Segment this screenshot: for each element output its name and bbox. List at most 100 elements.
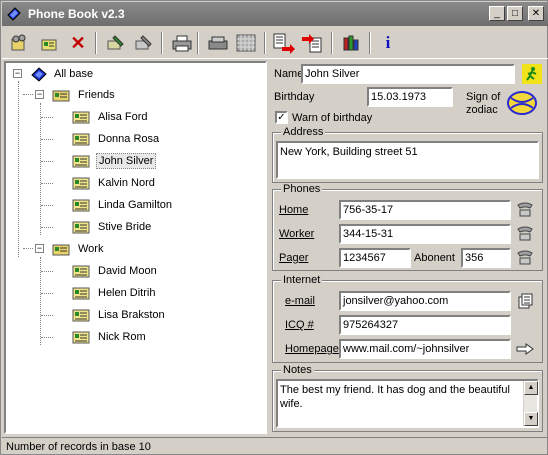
tree-group-work[interactable]: Work bbox=[52, 240, 105, 258]
dial-pager-icon[interactable] bbox=[515, 248, 535, 268]
scroll-down-button[interactable]: ▼ bbox=[524, 412, 538, 426]
group-icon bbox=[52, 90, 70, 102]
tree-root[interactable]: All base bbox=[30, 65, 95, 83]
tree-line bbox=[23, 248, 33, 249]
add-group-icon[interactable] bbox=[8, 31, 32, 55]
tree-contact-item[interactable]: Nick Rom bbox=[72, 328, 148, 346]
notes-scrollbar[interactable]: ▲ ▼ bbox=[523, 381, 538, 426]
print-icon[interactable] bbox=[170, 31, 194, 55]
tree-contact-item[interactable]: Lisa Brakston bbox=[72, 306, 167, 324]
tree-line bbox=[41, 271, 53, 272]
maximize-button[interactable]: □ bbox=[507, 6, 523, 21]
homepage-input[interactable]: www.mail.com/~johnsilver bbox=[339, 339, 511, 359]
contact-card-icon bbox=[72, 111, 90, 124]
group-label: Friends bbox=[78, 89, 115, 101]
group-label: Work bbox=[78, 243, 104, 255]
tree-line bbox=[41, 117, 53, 118]
dial-worker-icon[interactable] bbox=[515, 224, 535, 244]
contact-name: Linda Gamilton bbox=[98, 199, 172, 211]
worker-phone-input[interactable]: 344-15-31 bbox=[339, 224, 511, 244]
export-icon[interactable] bbox=[272, 31, 296, 55]
runner-icon[interactable] bbox=[522, 64, 542, 84]
toolbar-separator bbox=[369, 32, 371, 54]
notes-input[interactable]: The best my friend. It has dog and the b… bbox=[276, 379, 539, 428]
details-panel: Name John Silver Birthday 15.03.1973 Sig… bbox=[270, 61, 547, 434]
contact-name: John Silver bbox=[96, 153, 157, 169]
home-label: Home bbox=[279, 204, 309, 216]
tree-contact-item[interactable]: Alisa Ford bbox=[72, 108, 150, 126]
tree-contact-item[interactable]: Linda Gamilton bbox=[72, 196, 174, 214]
friends-expander[interactable]: − bbox=[35, 90, 44, 99]
name-input[interactable]: John Silver bbox=[301, 64, 515, 84]
open-homepage-icon[interactable] bbox=[515, 339, 535, 359]
print-preview-icon[interactable] bbox=[206, 31, 230, 55]
tree-contact-item[interactable]: Donna Rosa bbox=[72, 130, 161, 148]
status-bar: Number of records in base 10 bbox=[2, 437, 548, 455]
status-text: Number of records in base 10 bbox=[6, 441, 151, 453]
send-email-icon[interactable] bbox=[515, 291, 535, 311]
minimize-button[interactable]: _ bbox=[489, 6, 505, 21]
icq-input[interactable]: 975264327 bbox=[339, 315, 511, 335]
tree-group-friends[interactable]: Friends bbox=[52, 86, 117, 104]
zodiac-label-line1: Sign of bbox=[466, 91, 501, 103]
home-phone-input[interactable]: 756-35-17 bbox=[339, 200, 511, 220]
email-input[interactable]: jonsilver@yahoo.com bbox=[339, 291, 511, 311]
edit-record-icon[interactable] bbox=[132, 31, 156, 55]
contacts-tree[interactable]: − All base − Friends Alisa Ford Donna Ros… bbox=[4, 61, 267, 434]
tree-line bbox=[40, 103, 41, 235]
tree-contact-item[interactable]: Kalvin Nord bbox=[72, 174, 157, 192]
close-button[interactable]: ✕ bbox=[528, 6, 544, 21]
delete-icon[interactable]: ✕ bbox=[66, 31, 90, 55]
add-record-icon[interactable] bbox=[38, 31, 62, 55]
address-group: Address New York, Building street 51 bbox=[272, 126, 543, 183]
tree-line bbox=[41, 227, 53, 228]
notes-group: Notes The best my friend. It has dog and… bbox=[272, 364, 543, 432]
tree-contact-item[interactable]: Helen Ditrih bbox=[72, 284, 157, 302]
zodiac-label-line2: zodiac bbox=[466, 104, 498, 116]
tree-contact-item[interactable]: John Silver bbox=[72, 152, 157, 170]
settings-icon[interactable] bbox=[339, 31, 363, 55]
tree-root-label: All base bbox=[54, 68, 94, 80]
notes-text: The best my friend. It has dog and the b… bbox=[280, 384, 510, 410]
scroll-up-button[interactable]: ▲ bbox=[524, 381, 538, 395]
tree-line bbox=[41, 183, 53, 184]
dial-home-icon[interactable] bbox=[515, 200, 535, 220]
grid-icon[interactable] bbox=[234, 31, 258, 55]
tree-contact-item[interactable]: David Moon bbox=[72, 262, 159, 280]
tree-line bbox=[18, 81, 19, 257]
root-expander[interactable]: − bbox=[13, 69, 22, 78]
contact-name: Lisa Brakston bbox=[98, 309, 165, 321]
contact-card-icon bbox=[72, 221, 90, 234]
import-icon[interactable] bbox=[300, 31, 324, 55]
abonent-label: Abonent bbox=[414, 252, 455, 264]
tree-line bbox=[41, 337, 53, 338]
contact-card-icon bbox=[72, 177, 90, 190]
abonent-input[interactable]: 356 bbox=[461, 248, 511, 268]
address-input[interactable]: New York, Building street 51 bbox=[276, 141, 539, 179]
title-bar[interactable]: Phone Book v2.3 _ □ ✕ bbox=[2, 2, 548, 26]
contact-card-icon bbox=[72, 331, 90, 344]
icq-label: ICQ # bbox=[285, 319, 314, 331]
zodiac-fish-icon[interactable] bbox=[506, 88, 538, 118]
warn-birthday-checkbox[interactable]: ✓ bbox=[275, 111, 288, 124]
notes-group-title: Notes bbox=[281, 364, 314, 376]
contact-card-icon bbox=[72, 133, 90, 146]
birthday-label: Birthday bbox=[274, 91, 315, 103]
toolbar: ✕ i bbox=[2, 26, 548, 59]
tree-line bbox=[23, 94, 33, 95]
internet-group: Internet e-mail jonsilver@yahoo.com ICQ … bbox=[272, 274, 543, 363]
work-expander[interactable]: − bbox=[35, 244, 44, 253]
warn-birthday-label: Warn of birthday bbox=[292, 112, 373, 124]
internet-group-title: Internet bbox=[281, 274, 323, 286]
edit-group-icon[interactable] bbox=[104, 31, 128, 55]
contact-card-icon bbox=[72, 155, 90, 168]
window-title: Phone Book v2.3 bbox=[28, 7, 125, 21]
tree-contact-item[interactable]: Stive Bride bbox=[72, 218, 153, 236]
pager-label: Pager bbox=[279, 252, 309, 264]
phones-group-title: Phones bbox=[281, 183, 323, 195]
birthday-input[interactable]: 15.03.1973 bbox=[367, 87, 453, 107]
worker-label: Worker bbox=[279, 228, 315, 240]
address-group-title: Address bbox=[281, 126, 326, 138]
info-icon[interactable]: i bbox=[376, 31, 400, 55]
pager-input[interactable]: 1234567 bbox=[339, 248, 411, 268]
